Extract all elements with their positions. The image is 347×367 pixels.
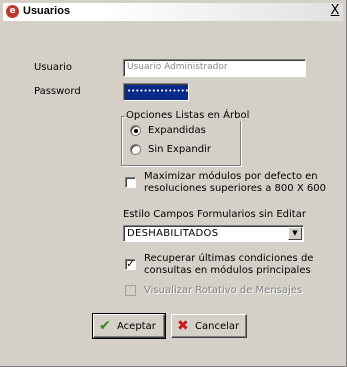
app-logo-icon: e <box>6 5 19 18</box>
usuario-label: Usuario <box>34 62 73 73</box>
tree-options-group <box>121 116 241 166</box>
title-bar[interactable]: e Usuarios X <box>3 3 343 21</box>
cancel-button[interactable]: ✖ Cancelar <box>171 314 247 338</box>
cancel-button-label: Cancelar <box>195 321 240 332</box>
recover-checkbox[interactable]: ✓ <box>125 259 136 270</box>
maximize-checkbox[interactable] <box>125 177 136 188</box>
usuarios-dialog: e Usuarios X Usuario Usuario Administrad… <box>0 0 347 367</box>
password-field[interactable]: •••••••••••••••••••• <box>123 83 189 101</box>
maximize-label-line1[interactable]: Maximizar módulos por defecto en <box>144 171 318 182</box>
accept-button-label: Aceptar <box>117 321 156 332</box>
radio-sin-expandir-label[interactable]: Sin Expandir <box>148 144 211 155</box>
rotating-label: Visualizar Rotativo de Mensajes <box>144 285 303 296</box>
recover-label-line1[interactable]: Recuperar últimas condiciones de <box>144 253 313 264</box>
x-icon: ✖ <box>177 318 189 334</box>
radio-expandidas-label[interactable]: Expandidas <box>148 125 206 136</box>
radio-expandidas[interactable] <box>130 125 141 136</box>
chevron-down-icon[interactable]: ▼ <box>288 227 302 240</box>
password-label: Password <box>34 86 81 97</box>
style-fields-select[interactable]: DESHABILITADOS ▼ <box>123 225 304 242</box>
usuario-field[interactable]: Usuario Administrador <box>123 59 306 77</box>
close-icon[interactable]: X <box>329 4 341 18</box>
style-fields-label: Estilo Campos Formularios sin Editar <box>123 209 306 220</box>
tree-options-legend: Opciones Listas en Árbol <box>125 110 251 121</box>
style-fields-value: DESHABILITADOS <box>127 228 219 239</box>
accept-button[interactable]: ✔ Aceptar <box>92 313 166 339</box>
window-title: Usuarios <box>23 5 71 17</box>
maximize-label-line2[interactable]: resoluciones superiores a 800 X 600 <box>144 183 326 194</box>
check-icon: ✔ <box>99 318 111 334</box>
recover-label-line2[interactable]: consultas en módulos principales <box>144 265 311 276</box>
radio-sin-expandir[interactable] <box>130 144 141 155</box>
rotating-checkbox[interactable] <box>125 285 136 296</box>
